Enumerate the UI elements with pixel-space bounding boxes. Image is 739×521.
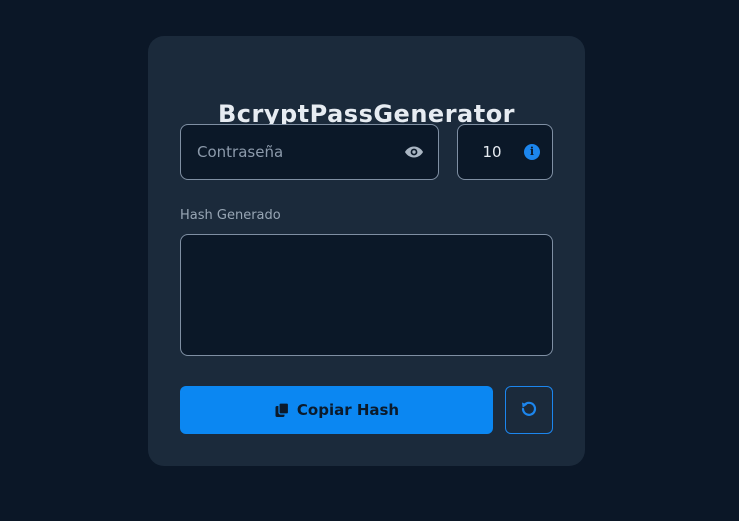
info-icon[interactable]: i (524, 144, 540, 160)
reset-button[interactable] (505, 386, 553, 434)
hash-label: Hash Generado (180, 208, 281, 223)
copy-icon (274, 402, 290, 418)
copy-hash-button[interactable]: Copiar Hash (180, 386, 493, 434)
reset-icon (520, 400, 538, 421)
hash-output[interactable] (180, 234, 553, 356)
rounds-value[interactable]: 10 (474, 125, 510, 179)
generator-card: BcryptPassGenerator 10 i Hash Generado C… (148, 36, 585, 466)
rounds-field[interactable]: 10 i (457, 124, 553, 180)
password-field[interactable] (180, 124, 439, 180)
password-input[interactable] (197, 125, 397, 179)
copy-hash-label: Copiar Hash (296, 401, 400, 419)
eye-icon[interactable] (404, 143, 424, 161)
